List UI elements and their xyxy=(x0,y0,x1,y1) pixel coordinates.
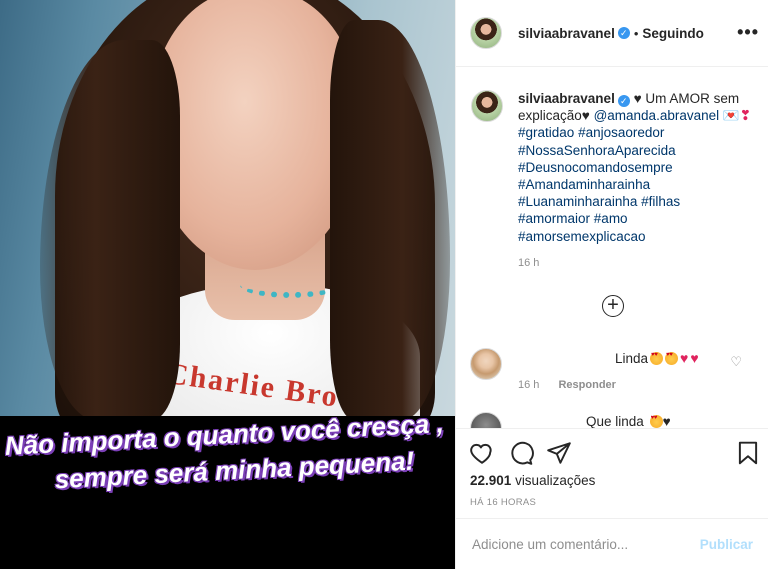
hashtag-link[interactable]: #filhas xyxy=(641,194,680,209)
red-heart-icon: ♥ xyxy=(690,350,699,366)
comment-body: Que linda xyxy=(586,414,644,428)
photo-face xyxy=(150,0,360,270)
black-heart-icon: ♥ xyxy=(662,414,671,428)
more-options-icon[interactable]: ••• xyxy=(737,22,759,43)
caption-mention[interactable]: @amanda.abravanel xyxy=(594,108,720,123)
comment-avatar[interactable] xyxy=(470,348,502,380)
heart-envelope-icon: 💌 xyxy=(722,108,740,124)
comment-like-heart-icon[interactable]: ♡ xyxy=(730,354,742,370)
heart-eyes-emoji-icon xyxy=(650,352,664,365)
caption-time[interactable]: 16 h xyxy=(518,257,760,269)
avatar[interactable] xyxy=(470,17,502,49)
red-heart-icon: ♥ xyxy=(680,350,689,366)
header-separator: • xyxy=(633,25,639,41)
header-username[interactable]: silviaabravanel xyxy=(518,26,615,41)
post-actions: 22.901 visualizações HÁ 16 HORAS xyxy=(456,428,768,518)
views-number: 22.901 xyxy=(470,473,512,488)
views-count[interactable]: 22.901 visualizações xyxy=(470,473,595,488)
publish-button[interactable]: Publicar xyxy=(694,536,759,553)
comment-meta: 16 h Responder xyxy=(518,379,616,391)
bookmark-icon xyxy=(738,441,758,465)
paper-plane-icon xyxy=(547,442,571,464)
heart-outline-icon xyxy=(470,443,492,464)
following-button[interactable]: Seguindo xyxy=(642,26,704,41)
post-photo: Charlie Bro xyxy=(0,0,455,416)
hashtag-link[interactable]: #gratidao xyxy=(518,125,574,140)
post-header: silviaabravanel ✓ • Seguindo ••• xyxy=(456,0,768,67)
photo-hair-right xyxy=(330,20,450,416)
black-heart-icon: ♥ xyxy=(581,108,590,124)
hashtag-link[interactable]: #Luanaminharainha xyxy=(518,194,637,209)
heart-exclamation-icon: ❣ xyxy=(739,108,752,124)
caption-text: silviaabravanel ✓ ♥ Um AMOR sem explicaçã… xyxy=(518,90,760,245)
views-label: visualizações xyxy=(515,473,596,488)
hashtag-link[interactable]: #anjosaoredor xyxy=(578,125,664,140)
save-button[interactable] xyxy=(735,440,761,466)
post-media[interactable]: Charlie Bro Não importa o quanto você cr… xyxy=(0,0,455,569)
heart-eyes-emoji-icon xyxy=(649,415,663,428)
comment-item: Linda ♥♥ ♡ 16 h Responder xyxy=(470,348,760,391)
share-button[interactable] xyxy=(546,440,572,466)
comment-time[interactable]: 16 h xyxy=(518,379,539,391)
hashtag-link[interactable]: #Deusnocomandosempre xyxy=(518,159,760,176)
verified-badge-icon: ✓ xyxy=(617,27,630,39)
heart-eyes-emoji-icon xyxy=(665,352,679,365)
hashtag-link[interactable]: #amorsemexplicacao xyxy=(518,229,646,244)
comment-input[interactable] xyxy=(470,535,694,553)
hashtag-link[interactable]: #amormaior xyxy=(518,211,590,226)
reply-button[interactable]: Responder xyxy=(558,379,615,391)
add-comment-bar: Publicar xyxy=(456,518,768,569)
post-caption: silviaabravanel ✓ ♥ Um AMOR sem explicaçã… xyxy=(470,90,760,269)
comment-avatar[interactable] xyxy=(470,412,502,428)
plus-circle-icon: + xyxy=(607,294,619,316)
hashtag-link[interactable]: #amo xyxy=(594,211,628,226)
verified-badge-icon: ✓ xyxy=(617,95,630,107)
comment-body: Linda xyxy=(615,351,649,366)
hashtag-link[interactable]: #NossaSenhoraAparecida xyxy=(518,142,760,159)
load-more-comments-button[interactable]: + xyxy=(602,295,624,317)
post-timestamp[interactable]: HÁ 16 HORAS xyxy=(470,497,536,508)
photo-necklace xyxy=(240,272,340,298)
like-button[interactable] xyxy=(469,440,495,466)
photo-hair-left xyxy=(40,40,180,416)
caption-avatar[interactable] xyxy=(471,90,503,122)
comment-bubble-icon xyxy=(511,441,534,465)
comment-text: Linda ♥ ♥ xyxy=(615,350,699,366)
comment-button[interactable] xyxy=(508,440,534,466)
hashtag-link[interactable]: #Amandaminharainha xyxy=(518,176,760,193)
caption-username[interactable]: silviaabravanel xyxy=(518,91,615,106)
post-sidebar: silviaabravanel ✓ • Seguindo ••• silviaa… xyxy=(455,0,768,569)
comment-item: Que linda ♥ xyxy=(470,412,760,428)
comment-text: Que linda ♥ xyxy=(586,414,671,428)
black-heart-icon: ♥ xyxy=(633,91,642,106)
